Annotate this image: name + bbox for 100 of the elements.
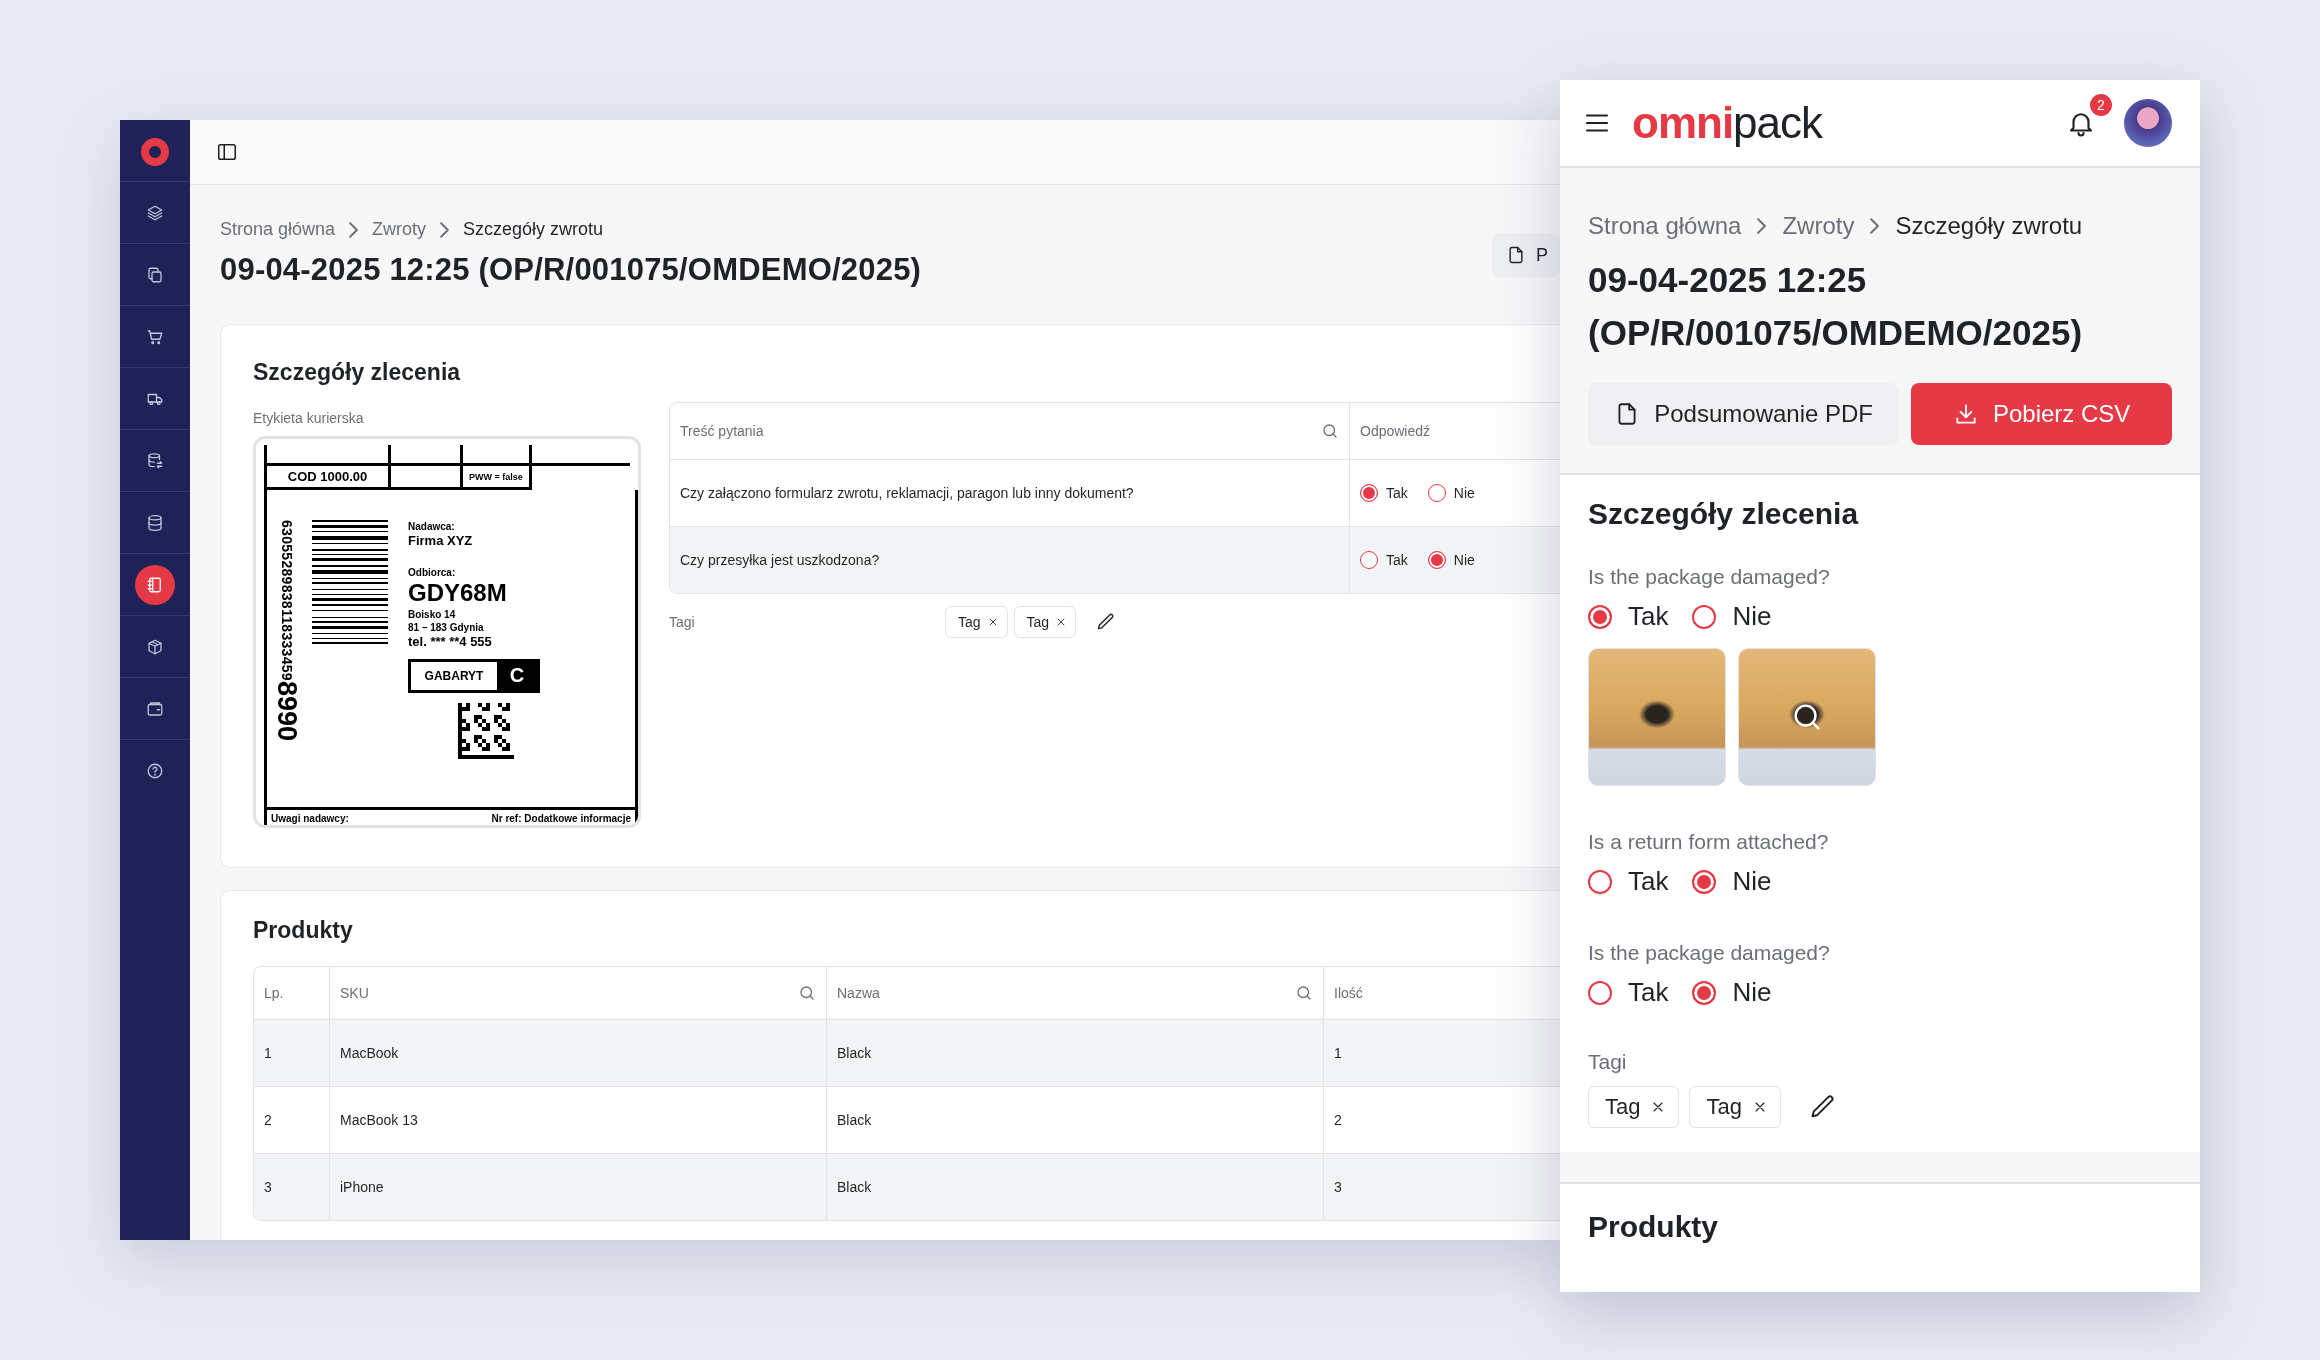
- photo-placeholder[interactable]: [1738, 648, 1876, 786]
- table-cell: 3: [1334, 1179, 1342, 1195]
- label-text: GABARYT: [423, 667, 485, 685]
- radio-option[interactable]: Nie: [1692, 977, 1772, 1008]
- table-cell: Black: [837, 1112, 872, 1128]
- label-text: PWW = false: [460, 466, 532, 490]
- breadcrumb-link[interactable]: Strona główna: [1588, 212, 1742, 240]
- radio-button[interactable]: [1360, 484, 1378, 502]
- help-icon: [146, 762, 164, 780]
- database-sync-icon: [146, 452, 164, 470]
- breadcrumb-link[interactable]: Zwroty: [372, 219, 427, 240]
- section-title: Produkty: [1588, 1210, 1720, 1244]
- radio-button[interactable]: [1692, 980, 1717, 1005]
- avatar[interactable]: [2124, 99, 2172, 147]
- label-text: Nr ref: Dodatkowe informacje: [491, 812, 631, 825]
- notification-badge: 2: [2090, 94, 2112, 116]
- breadcrumb-link[interactable]: Szczegóły zwrotu: [463, 219, 604, 240]
- column-header: Ilość: [1334, 985, 1363, 1001]
- radio-option[interactable]: Nie: [1427, 484, 1475, 502]
- radio-button[interactable]: [1360, 551, 1378, 569]
- breadcrumb-link[interactable]: Szczegóły zwrotu: [1895, 212, 2083, 240]
- label-text: Firma XYZ: [408, 533, 474, 550]
- table-cell: 3: [264, 1179, 272, 1195]
- chevron-right-icon: [1870, 218, 1880, 234]
- radio-button[interactable]: [1427, 484, 1446, 502]
- section-title: Szczegóły zlecenia: [253, 359, 462, 386]
- breadcrumb-link[interactable]: Zwroty: [1782, 212, 1855, 240]
- box-icon: [146, 638, 164, 656]
- page-title: 09-04-2025 12:25 (OP/R/001075/OMDEMO/2025): [220, 252, 922, 288]
- search-icon[interactable]: [1295, 984, 1313, 1002]
- table-cell: 2: [1334, 1112, 1342, 1128]
- column-header: Treść pytania: [680, 423, 764, 439]
- radio-option[interactable]: Tak: [1588, 601, 1669, 632]
- notebook-icon: [146, 576, 164, 594]
- radio-button[interactable]: [1427, 551, 1446, 569]
- column-header: Nazwa: [837, 985, 880, 1001]
- cart-icon: [146, 328, 164, 346]
- logo-icon: [141, 138, 169, 166]
- label-text: 81 – 183 Gdynia: [408, 620, 485, 634]
- tag-label: Tag: [1026, 614, 1050, 630]
- radio-option[interactable]: Tak: [1360, 551, 1408, 569]
- question-label: Is the package damaged?: [1588, 941, 1831, 965]
- copy-icon: [146, 266, 164, 284]
- photo-placeholder[interactable]: [1588, 648, 1726, 786]
- radio-option[interactable]: Tak: [1588, 866, 1669, 897]
- tracking-number: 63055289838118333459: [278, 520, 295, 681]
- table-cell: Czy przesyłka jest uszkodzona?: [680, 552, 880, 568]
- breadcrumb-link[interactable]: Strona główna: [220, 219, 336, 240]
- label-text: C: [497, 661, 537, 690]
- qr-code-icon: [458, 702, 514, 759]
- field-label: Etykieta kurierska: [253, 410, 365, 426]
- radio-button[interactable]: [1588, 980, 1612, 1005]
- label-text: tel. *** **4 555: [408, 633, 493, 651]
- radio-option[interactable]: Nie: [1427, 551, 1475, 569]
- logo: omnipack: [1632, 98, 1823, 148]
- column-header: Lp.: [264, 985, 284, 1001]
- radio-button[interactable]: [1692, 604, 1717, 629]
- radio-option[interactable]: Tak: [1360, 484, 1408, 502]
- search-icon[interactable]: [1321, 422, 1339, 440]
- table-cell: 1: [1334, 1045, 1342, 1061]
- radio-option[interactable]: Tak: [1588, 977, 1669, 1008]
- label-text: Uwagi nadawcy:: [271, 812, 349, 825]
- column-header: Odpowiedź: [1360, 423, 1431, 439]
- tag-label: Tag: [1706, 1094, 1742, 1120]
- radio-button[interactable]: [1692, 869, 1717, 894]
- question-label: Is the package damaged?: [1588, 565, 1831, 589]
- wallet-icon: [146, 700, 164, 718]
- radio-option[interactable]: Nie: [1692, 601, 1772, 632]
- file-icon: [1506, 245, 1526, 265]
- field-label: Tagi: [669, 614, 696, 630]
- table-cell: 2: [264, 1112, 272, 1128]
- search-icon[interactable]: [798, 984, 816, 1002]
- chevron-right-icon: [1757, 218, 1767, 234]
- sidebar-icon: [216, 141, 238, 163]
- label-text: Nadawca:: [408, 520, 456, 533]
- radio-option[interactable]: Nie: [1692, 866, 1772, 897]
- tag-label: Tag: [958, 614, 981, 630]
- table-cell: Black: [837, 1045, 872, 1061]
- label-text: GDY68M: [408, 578, 508, 608]
- chevron-right-icon: [349, 221, 359, 238]
- section-title: Szczegóły zlecenia: [1588, 497, 1860, 531]
- pdf-summary-button[interactable]: Podsumowanie PDF: [1588, 383, 1900, 445]
- table-cell: MacBook 13: [340, 1112, 418, 1128]
- tag-label: Tag: [1605, 1094, 1641, 1120]
- table-cell: MacBook: [340, 1045, 399, 1061]
- table-cell: Black: [837, 1179, 872, 1195]
- page-title: 09-04-2025 12:25 (OP/R/001075/OMDEMO/2025): [1588, 259, 2084, 354]
- section-title: Produkty: [253, 917, 354, 944]
- table-cell: 1: [264, 1045, 272, 1061]
- radio-button[interactable]: [1588, 869, 1612, 894]
- tracking-number: 8990: [273, 680, 300, 742]
- field-label: Tagi: [1588, 1050, 1628, 1074]
- pdf-button[interactable]: P: [1492, 233, 1560, 277]
- label-text: COD 1000.00: [264, 466, 388, 490]
- download-csv-button[interactable]: Pobierz CSV: [1911, 383, 2172, 445]
- layers-icon: [146, 204, 164, 222]
- sidebar-toggle-button[interactable]: [216, 141, 238, 163]
- radio-button[interactable]: [1588, 604, 1612, 629]
- chevron-right-icon: [440, 221, 450, 238]
- label-text: Boisko 14: [408, 607, 457, 621]
